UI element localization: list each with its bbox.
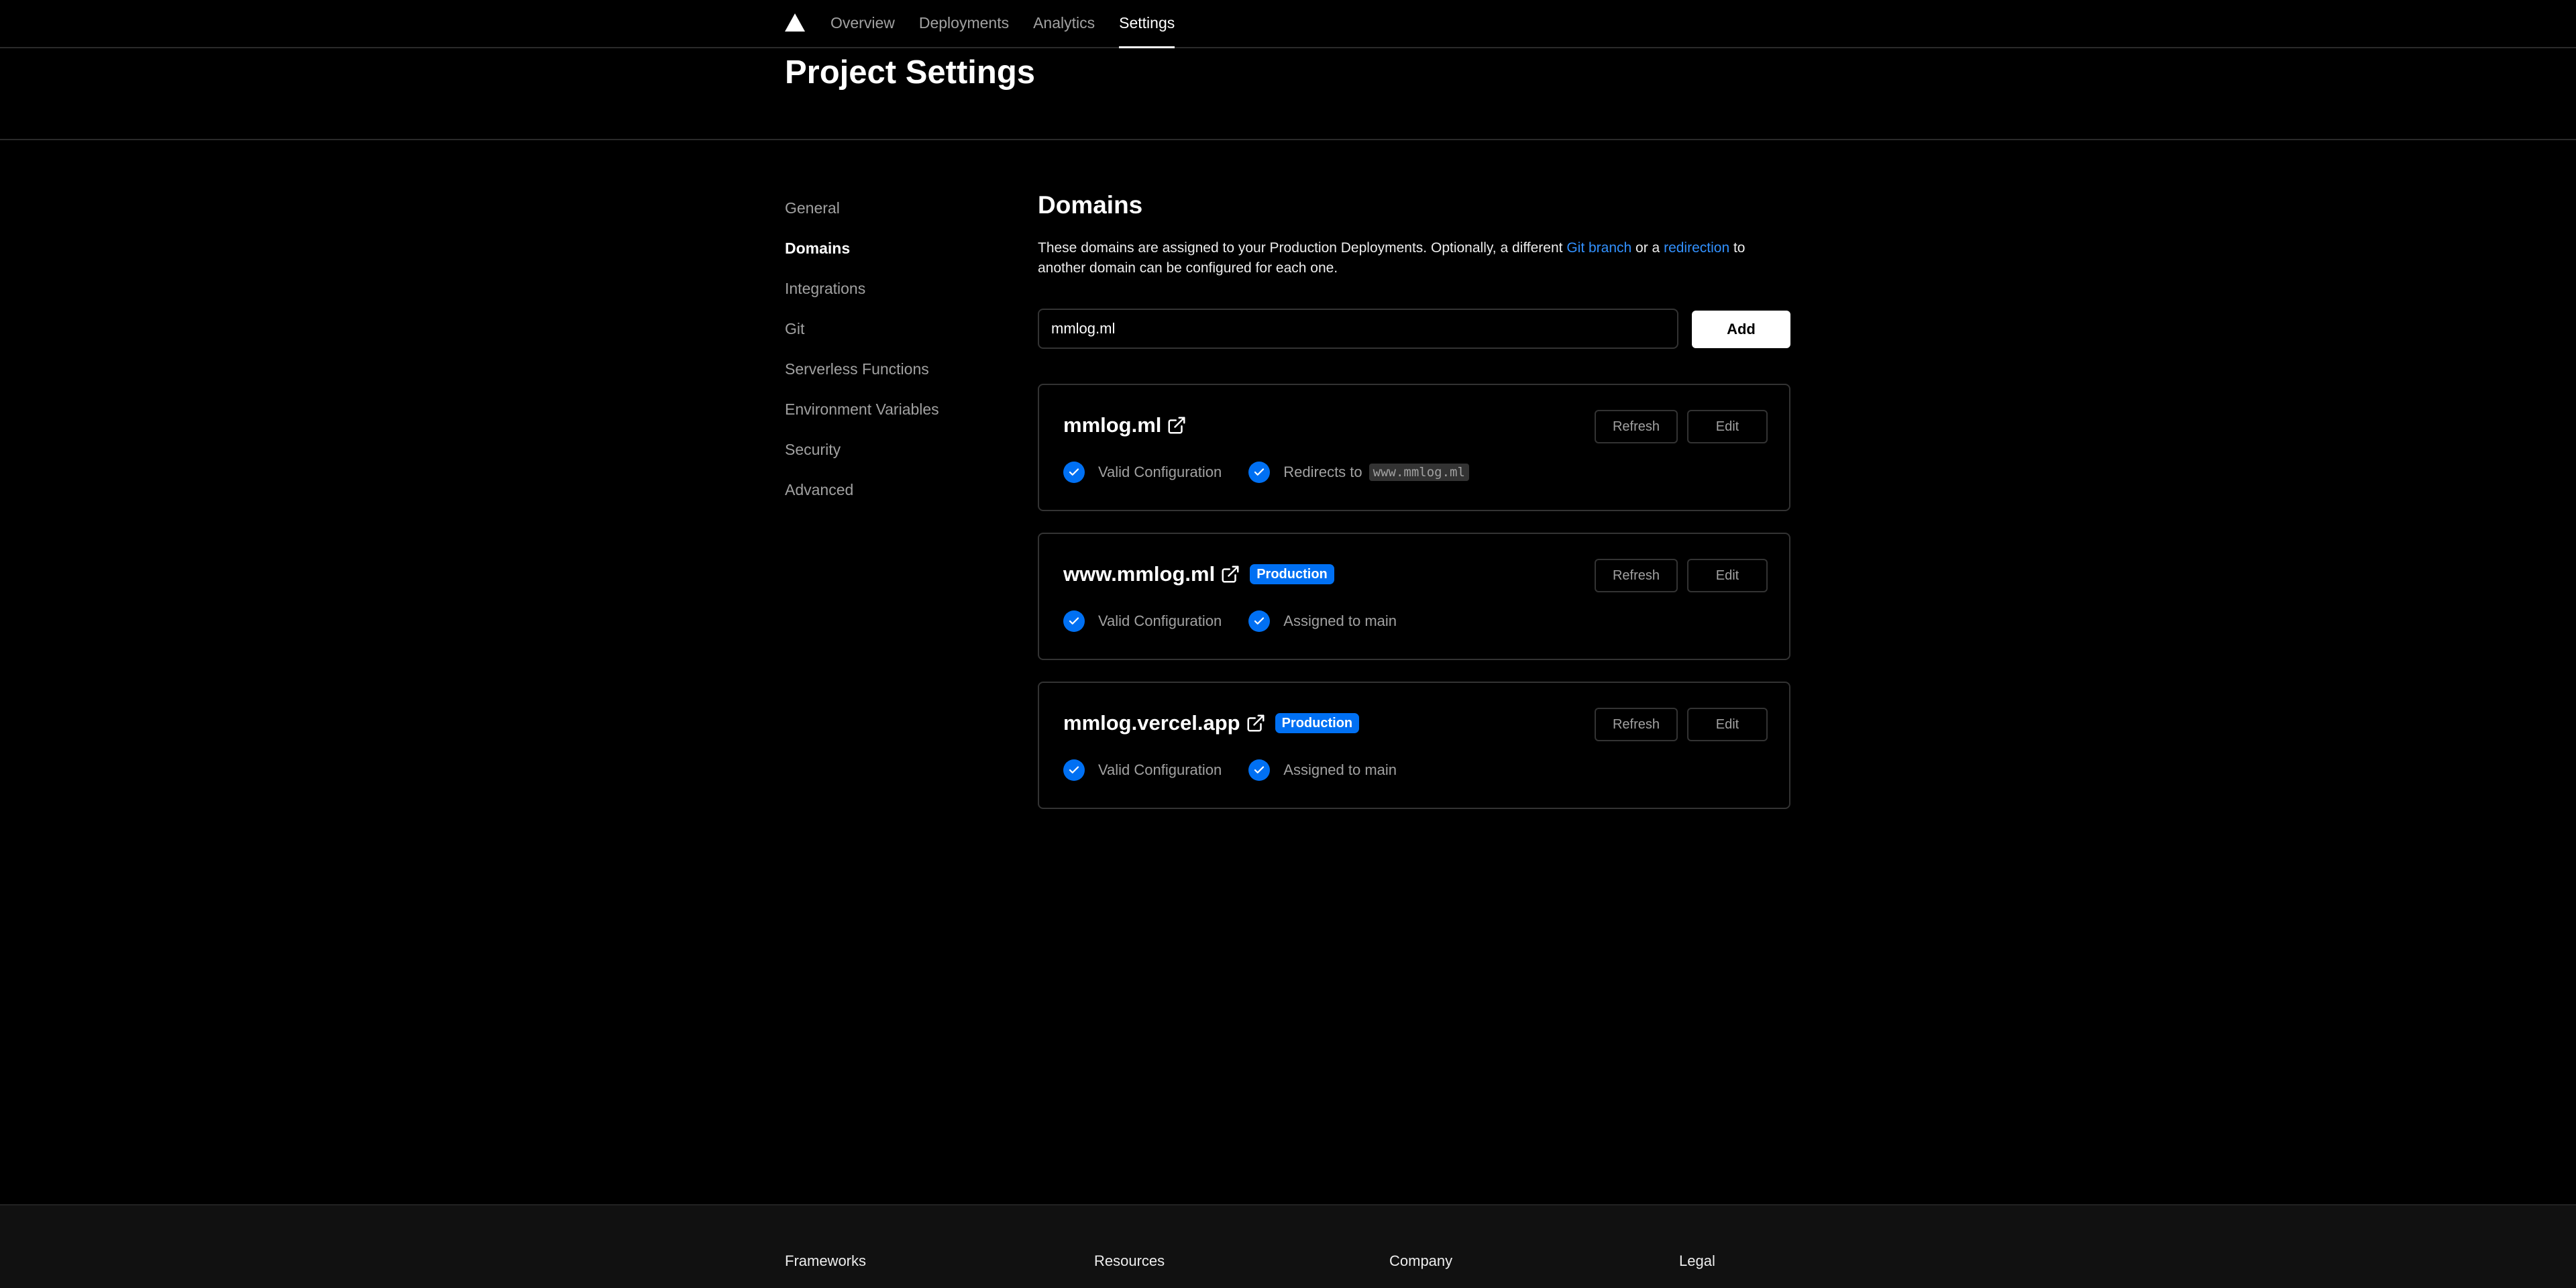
check-icon: [1248, 462, 1271, 483]
check-icon: [1063, 462, 1085, 483]
status-text: Valid Configuration: [1098, 761, 1222, 778]
footer-resources[interactable]: Resources: [1094, 1252, 1165, 1270]
check-icon: [1248, 610, 1271, 632]
refresh-button[interactable]: Refresh: [1595, 708, 1678, 741]
status-text: Redirects to: [1283, 464, 1362, 480]
sidebar-item-general[interactable]: General: [785, 195, 939, 235]
sidebar-item-integrations[interactable]: Integrations: [785, 275, 939, 315]
sidebar-item-security[interactable]: Security: [785, 436, 939, 476]
check-icon: [1248, 759, 1271, 781]
check-icon: [1063, 610, 1085, 632]
domain-title-row: www.mmlog.ml Production: [1063, 562, 1334, 586]
status-valid-configuration: Valid Configuration: [1063, 759, 1222, 781]
status-redirect: Redirects to www.mmlog.ml: [1248, 462, 1469, 483]
git-branch-link[interactable]: Git branch: [1566, 240, 1631, 256]
edit-button[interactable]: Edit: [1687, 708, 1768, 741]
footer-legal[interactable]: Legal: [1679, 1252, 1715, 1270]
tab-deployments[interactable]: Deployments: [907, 0, 1021, 48]
page-header: Project Settings: [0, 48, 2576, 140]
refresh-button[interactable]: Refresh: [1595, 559, 1678, 592]
check-icon: [1063, 759, 1085, 781]
sidebar-item-serverless-functions[interactable]: Serverless Functions: [785, 356, 939, 396]
refresh-button[interactable]: Refresh: [1595, 410, 1678, 443]
status-row: Valid Configuration Assigned to main: [1063, 759, 1424, 781]
external-link-icon[interactable]: [1220, 564, 1240, 584]
description-text: These domains are assigned to your Produ…: [1038, 240, 1567, 256]
status-text: Valid Configuration: [1098, 464, 1222, 480]
edit-button[interactable]: Edit: [1687, 559, 1768, 592]
domain-title-row: mmlog.ml: [1063, 413, 1187, 437]
description-text: or a: [1631, 240, 1664, 256]
footer-company[interactable]: Company: [1389, 1252, 1452, 1270]
footer-frameworks[interactable]: Frameworks: [785, 1252, 866, 1270]
production-badge: Production: [1250, 564, 1334, 584]
domain-card: www.mmlog.ml Production Refresh Edit Val…: [1038, 533, 1790, 660]
status-text: Assigned to main: [1283, 761, 1397, 778]
tab-analytics[interactable]: Analytics: [1021, 0, 1107, 48]
status-text: Valid Configuration: [1098, 612, 1222, 629]
sidebar-item-domains[interactable]: Domains: [785, 235, 939, 275]
redirection-link[interactable]: redirection: [1664, 240, 1729, 256]
section-title: Domains: [1038, 191, 1143, 219]
settings-sidebar: General Domains Integrations Git Serverl…: [785, 195, 939, 517]
domains-section: Domains These domains are assigned to yo…: [1038, 191, 1790, 809]
status-assigned: Assigned to main: [1248, 759, 1397, 781]
domains-description: These domains are assigned to your Produ…: [1038, 238, 1762, 278]
domain-name[interactable]: www.mmlog.ml: [1063, 562, 1215, 586]
top-nav: Overview Deployments Analytics Settings: [0, 0, 2576, 48]
tab-settings[interactable]: Settings: [1107, 0, 1187, 48]
footer: Frameworks Resources Company Legal: [0, 1204, 2576, 1288]
sidebar-item-advanced[interactable]: Advanced: [785, 476, 939, 517]
domain-card: mmlog.vercel.app Production Refresh Edit…: [1038, 682, 1790, 809]
tab-overview[interactable]: Overview: [818, 0, 907, 48]
redirect-target-code: www.mmlog.ml: [1368, 464, 1469, 481]
status-assigned: Assigned to main: [1248, 610, 1397, 632]
status-valid-configuration: Valid Configuration: [1063, 462, 1222, 483]
status-row: Valid Configuration Redirects to www.mml…: [1063, 462, 1496, 483]
status-row: Valid Configuration Assigned to main: [1063, 610, 1424, 632]
add-button[interactable]: Add: [1692, 311, 1790, 348]
status-valid-configuration: Valid Configuration: [1063, 610, 1222, 632]
status-text: Assigned to main: [1283, 612, 1397, 629]
page-title: Project Settings: [785, 54, 1036, 91]
page: Overview Deployments Analytics Settings …: [0, 0, 2576, 1288]
vercel-logo-icon[interactable]: [785, 13, 805, 32]
external-link-icon[interactable]: [1167, 415, 1187, 435]
domain-name[interactable]: mmlog.ml: [1063, 413, 1161, 437]
domain-name[interactable]: mmlog.vercel.app: [1063, 711, 1240, 735]
domain-card: mmlog.ml Refresh Edit Valid Configuratio…: [1038, 384, 1790, 511]
add-domain-row: Add: [1038, 309, 1790, 349]
external-link-icon[interactable]: [1246, 713, 1266, 733]
edit-button[interactable]: Edit: [1687, 410, 1768, 443]
domain-input[interactable]: [1038, 309, 1678, 349]
sidebar-item-environment-variables[interactable]: Environment Variables: [785, 396, 939, 436]
sidebar-item-git[interactable]: Git: [785, 315, 939, 356]
domain-title-row: mmlog.vercel.app Production: [1063, 711, 1360, 735]
production-badge: Production: [1275, 713, 1360, 733]
